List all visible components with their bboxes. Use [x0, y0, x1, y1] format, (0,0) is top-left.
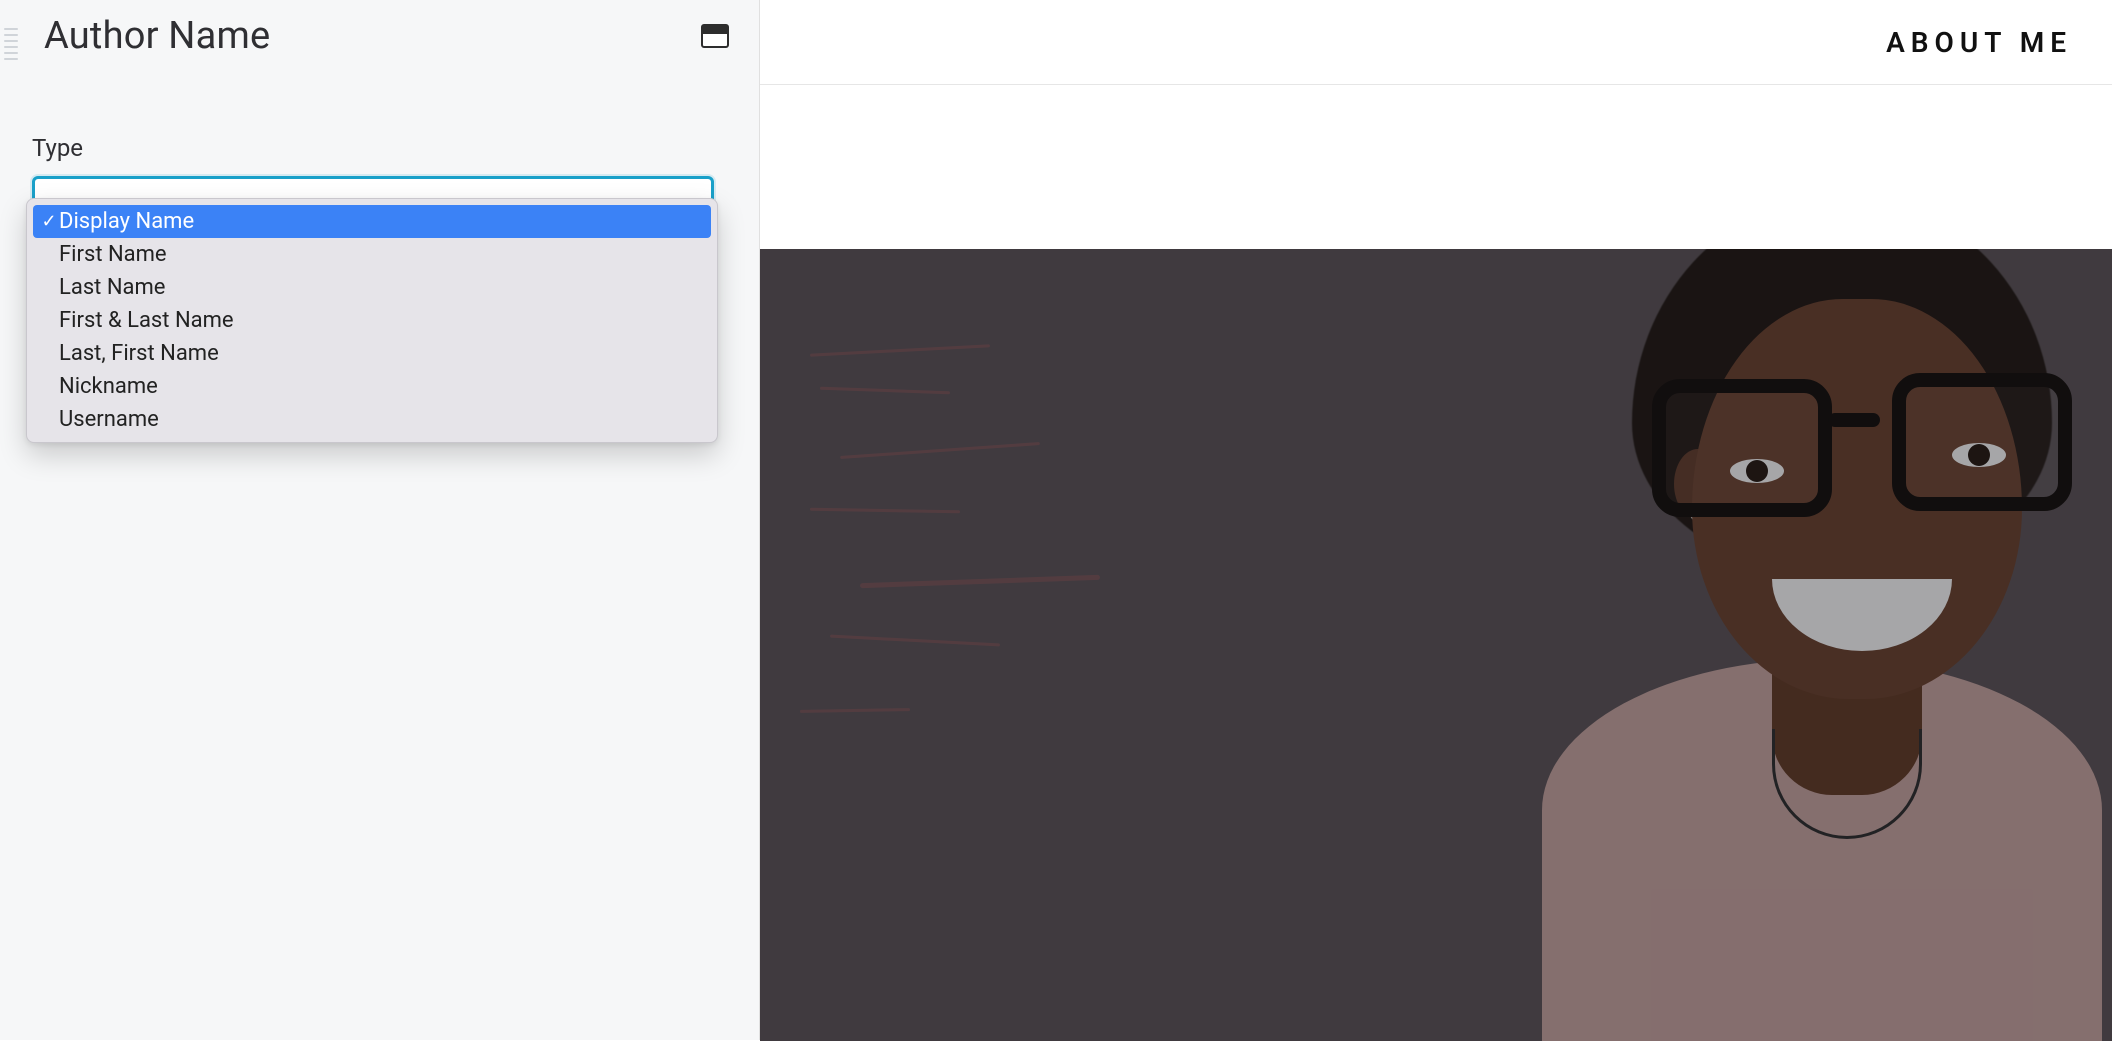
type-label: Type: [32, 134, 729, 162]
window-icon[interactable]: [701, 24, 729, 48]
portrait-illustration: [1402, 249, 2112, 1041]
type-field: Type ✓ Display Name First Name Last Name: [30, 134, 729, 250]
whiteboard-background: [790, 309, 1310, 829]
option-label: First & Last Name: [59, 308, 234, 333]
option-nickname[interactable]: Nickname: [33, 370, 711, 403]
settings-sidebar: Author Name Type ✓ Display Name First Na…: [0, 0, 760, 1040]
site-topbar: ABOUT ME: [760, 0, 2112, 84]
option-last-first-name[interactable]: Last, First Name: [33, 337, 711, 370]
hero-image: [760, 249, 2112, 1041]
option-last-name[interactable]: Last Name: [33, 271, 711, 304]
spacer: [760, 85, 2112, 249]
option-label: Display Name: [59, 209, 194, 234]
sidebar-title: Author Name: [44, 14, 270, 58]
checkmark-icon: ✓: [39, 211, 59, 232]
option-label: Username: [59, 407, 159, 432]
nav-about-me[interactable]: ABOUT ME: [1886, 26, 2072, 59]
preview-area: ABOUT ME: [760, 0, 2112, 1040]
option-label: Last Name: [59, 275, 165, 300]
option-first-last-name[interactable]: First & Last Name: [33, 304, 711, 337]
type-dropdown: ✓ Display Name First Name Last Name Firs…: [26, 198, 718, 443]
option-username[interactable]: Username: [33, 403, 711, 436]
option-label: Nickname: [59, 374, 158, 399]
option-first-name[interactable]: First Name: [33, 238, 711, 271]
drag-handle-icon[interactable]: [4, 28, 20, 60]
sidebar-header: Author Name: [30, 14, 729, 58]
option-display-name[interactable]: ✓ Display Name: [33, 205, 711, 238]
option-label: Last, First Name: [59, 341, 219, 366]
option-label: First Name: [59, 242, 167, 267]
